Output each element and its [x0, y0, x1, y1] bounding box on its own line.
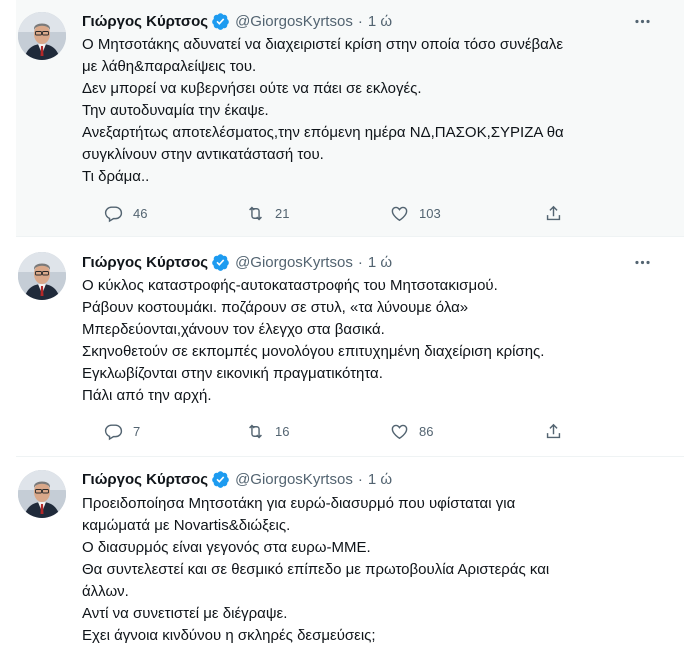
tweet-header: Γιώργος Κύρτσος @GiorgosKyrtsos · 1 ώ [82, 468, 392, 490]
like-count: 86 [419, 423, 434, 439]
reply-count: 7 [133, 423, 141, 439]
retweet-icon [249, 206, 262, 220]
tweet-line: Αντί να συνετιστεί με διέγραψε. [82, 605, 288, 622]
tweet-line: Σκηνοθετούν σε εκπομπές μονολόγου επιτυχ… [82, 343, 545, 360]
timestamp[interactable]: 1 ώ [368, 13, 392, 30]
display-name[interactable]: Γιώργος Κύρτσος [82, 254, 208, 271]
separator: · [357, 470, 363, 488]
timestamp[interactable]: 1 ώ [368, 254, 392, 271]
tweet-line: με λάθη&παραλείψεις του. [82, 58, 257, 75]
avatar[interactable] [18, 12, 66, 60]
tweet-divider [16, 236, 684, 237]
separator: · [357, 253, 363, 271]
tweet-line: Μπερδεύονται,χάνουν τον έλεγχο στα βασικ… [82, 321, 385, 338]
tweet-line: Την αυτοδυναμία την έκαψε. [82, 102, 269, 119]
tweet-line: Ο διασυρμός είναι γεγονός στα ευρω-ΜΜΕ. [82, 539, 371, 556]
like-button[interactable]: 86 [390, 421, 433, 441]
tweet-line: Προειδοποίησα Μητσοτάκη για ευρώ-διασυρμ… [82, 495, 516, 512]
tweet-text: Ο Μητσοτάκης αδυνατεί να διαχειριστεί κρ… [82, 34, 642, 188]
more-icon[interactable] [632, 11, 652, 31]
tweet-line: συγκλίνουν στην αντικατάστασή του. [82, 146, 324, 163]
tweet-actions: 46 21 103 [82, 203, 562, 223]
reply-count: 46 [133, 205, 148, 221]
tweet-actions: 7 16 86 [82, 421, 562, 441]
tweet-line: καμώματά με Novartis&διώξεις. [82, 517, 291, 534]
share-button[interactable] [544, 203, 563, 223]
tweet-header: Γιώργος Κύρτσος @GiorgosKyrtsos · 1 ώ [82, 10, 392, 32]
tweet-line: Εχει άγνοια κινδύνου η σκληρές δεσμεύσει… [82, 627, 376, 644]
heart-icon [391, 424, 408, 439]
retweet-button[interactable]: 16 [246, 421, 289, 441]
tweet-line: Ο κύκλος καταστροφής-αυτοκαταστροφής του… [82, 277, 498, 294]
verified-badge-icon [211, 253, 230, 272]
tweet-line: Ράβουν κοστουμάκι. ποζάρουν σε στυλ, «τα… [82, 299, 469, 316]
timestamp[interactable]: 1 ώ [368, 471, 392, 488]
display-name[interactable]: Γιώργος Κύρτσος [82, 13, 208, 30]
retweet-count: 21 [275, 205, 290, 221]
reply-icon [104, 205, 123, 222]
tweet-line: Θα συντελεστεί και σε θεσμικό επίπεδο με… [82, 561, 550, 578]
share-icon [546, 423, 561, 438]
tweet-text: Ο κύκλος καταστροφής-αυτοκαταστροφής του… [82, 275, 642, 407]
share-icon [546, 205, 561, 220]
tweet-line: Εγκλωβίζονται στην εικονική πραγματικότη… [82, 365, 383, 382]
heart-icon [391, 206, 408, 221]
username[interactable]: @GiorgosKyrtsos [235, 13, 353, 30]
display-name[interactable]: Γιώργος Κύρτσος [82, 471, 208, 488]
retweet-button[interactable]: 21 [246, 203, 289, 223]
retweet-count: 16 [275, 423, 290, 439]
tweet-text: Προειδοποίησα Μητσοτάκη για ευρώ-διασυρμ… [82, 493, 642, 647]
reply-button[interactable]: 46 [104, 203, 147, 223]
tweet-line: Ανεξαρτήτως αποτελέσματος,την επόμενη ημ… [82, 124, 564, 141]
retweet-icon [249, 424, 262, 438]
tweet-divider [16, 456, 684, 457]
tweet-line: άλλων. [82, 583, 129, 600]
reply-icon [104, 423, 123, 440]
username[interactable]: @GiorgosKyrtsos [235, 471, 353, 488]
tweet-line: Ο Μητσοτάκης αδυνατεί να διαχειριστεί κρ… [82, 36, 564, 53]
avatar[interactable] [18, 470, 66, 518]
share-button[interactable] [544, 421, 563, 441]
reply-button[interactable]: 7 [104, 421, 140, 441]
more-icon[interactable] [632, 252, 652, 272]
separator: · [357, 12, 363, 30]
tweet-line: Δεν μπορεί να κυβερνήσει ούτε να πάει σε… [82, 80, 422, 97]
tweet-line: Τι δράμα.. [82, 168, 150, 185]
avatar[interactable] [18, 252, 66, 300]
verified-badge-icon [211, 470, 230, 489]
tweet-line: Πάλι από την αρχή. [82, 387, 212, 404]
like-button[interactable]: 103 [390, 203, 441, 223]
like-count: 103 [419, 205, 441, 221]
verified-badge-icon [211, 12, 230, 31]
username[interactable]: @GiorgosKyrtsos [235, 254, 353, 271]
tweet-header: Γιώργος Κύρτσος @GiorgosKyrtsos · 1 ώ [82, 251, 392, 273]
